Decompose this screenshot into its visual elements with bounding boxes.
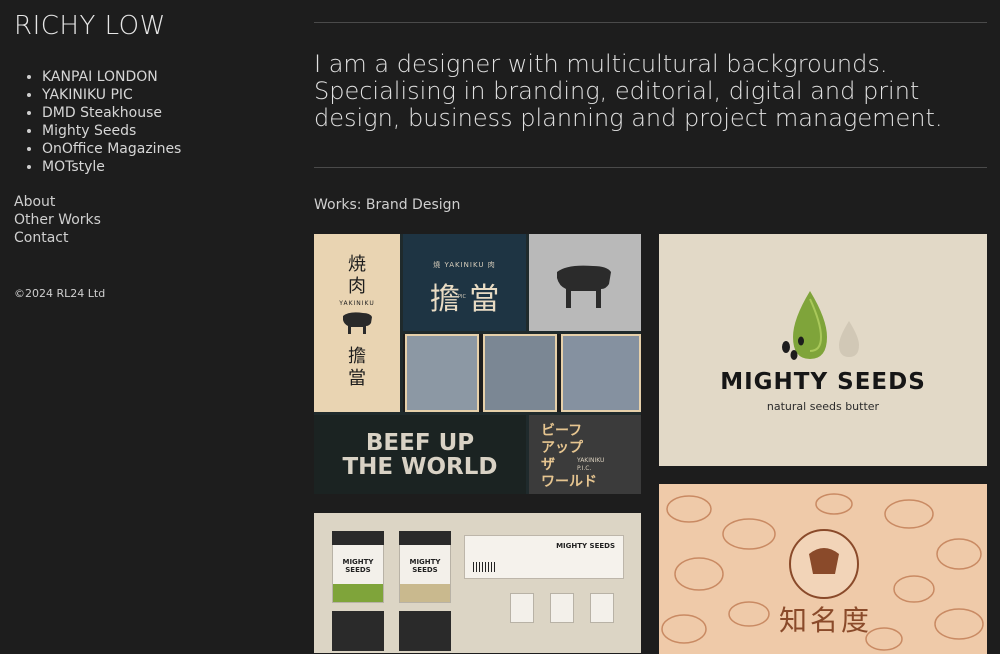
intro-statement: I am a designer with multicultural backg… — [314, 50, 943, 132]
small-jar — [590, 593, 614, 623]
divider — [314, 167, 987, 168]
seed-drops-icon — [782, 291, 859, 360]
product-jar — [332, 611, 384, 651]
site-brand-link[interactable]: RICHY LOW — [14, 10, 274, 42]
yakiniku-pic-label: PIC — [458, 294, 466, 300]
dmd-kanji-title: 知名度 — [779, 604, 873, 637]
project-link-onoffice-magazines[interactable]: OnOffice Magazines — [42, 141, 181, 157]
jar-lid — [332, 531, 384, 545]
cow-illustration — [483, 334, 557, 412]
project-link-motstyle[interactable]: MOTstyle — [42, 159, 105, 175]
jar-label: MIGHTY SEEDS — [409, 558, 441, 574]
yakiniku-grey-panel — [529, 234, 641, 331]
project-item[interactable]: KANPAI LONDON — [42, 68, 274, 86]
project-link-yakiniku-pic[interactable]: YAKINIKU PIC — [42, 87, 133, 103]
project-list: KANPAI LONDON YAKINIKU PIC DMD Steakhous… — [42, 68, 274, 176]
label-sheet-title: MIGHTY SEEDS — [556, 542, 615, 550]
jar-lid — [399, 531, 451, 545]
project-item[interactable]: OnOffice Magazines — [42, 140, 274, 158]
sidebar: RICHY LOW KANPAI LONDON YAKINIKU PIC DMD… — [14, 10, 274, 300]
jar-band — [333, 584, 383, 602]
copyright-text: ©2024 RL24 Ltd — [14, 287, 106, 300]
main-content: I am a designer with multicultural backg… — [314, 0, 987, 654]
project-item[interactable]: Mighty Seeds — [42, 122, 274, 140]
yakiniku-pic-small: YAKINIKU P.I.C. — [577, 457, 605, 472]
cow-illustration-strip — [403, 334, 641, 412]
small-jar — [550, 593, 574, 623]
work-tile-mighty-seeds-packaging[interactable]: MIGHTY SEEDS MIGHTY SEEDS MIGHTY SEEDS — [314, 513, 641, 653]
jar-band — [400, 584, 450, 602]
mighty-seeds-subtitle: natural seeds butter — [766, 400, 880, 413]
barcode — [473, 562, 497, 572]
project-item[interactable]: DMD Steakhouse — [42, 104, 274, 122]
section-title: Works: Brand Design — [314, 197, 461, 213]
katakana-panel: ビーフ アップ ザ ワールド YAKINIKU P.I.C. — [529, 415, 641, 494]
work-tile-mighty-seeds[interactable]: MIGHTY SEEDS natural seeds butter — [659, 234, 987, 466]
nav-link-other-works[interactable]: Other Works — [14, 211, 274, 229]
kanji-tantou: 擔 當 — [348, 346, 366, 389]
cow-illustration — [561, 334, 641, 412]
mighty-seeds-title: MIGHTY SEEDS — [720, 369, 926, 395]
beef-up-line-2: THE WORLD — [342, 454, 498, 480]
cow-icon — [557, 265, 611, 308]
cow-icon — [343, 312, 372, 334]
product-jar: MIGHTY SEEDS — [332, 531, 384, 603]
project-link-kanpai-london[interactable]: KANPAI LONDON — [42, 69, 158, 85]
work-tile-dmd-steakhouse[interactable]: 知名度 — [659, 484, 987, 654]
work-tile-yakiniku-pic[interactable]: 焼 肉 YAKINIKU 擔 當 燒 YAKINIKU 肉 擔 當 PIC BE… — [314, 234, 641, 494]
divider — [314, 22, 987, 23]
beef-up-panel: BEEF UP THE WORLD — [314, 415, 526, 494]
product-jar: MIGHTY SEEDS — [399, 531, 451, 603]
yakiniku-latin: YAKINIKU — [339, 300, 375, 307]
yakiniku-vertical-panel: 焼 肉 YAKINIKU 擔 當 — [314, 234, 400, 412]
jar-label: MIGHTY SEEDS — [342, 558, 374, 574]
yakiniku-navy-panel: 燒 YAKINIKU 肉 擔 當 PIC — [403, 234, 526, 331]
nav-link-about[interactable]: About — [14, 193, 274, 211]
project-link-dmd-steakhouse[interactable]: DMD Steakhouse — [42, 105, 162, 121]
nav-link-contact[interactable]: Contact — [14, 229, 274, 247]
cow-illustration — [405, 334, 479, 412]
yakiniku-small-label: 燒 YAKINIKU 肉 — [433, 261, 496, 269]
product-jar — [399, 611, 451, 651]
small-jar — [510, 593, 534, 623]
page-nav: About Other Works Contact — [14, 193, 274, 247]
project-item[interactable]: MOTstyle — [42, 158, 274, 176]
beef-up-line-1: BEEF UP — [365, 430, 475, 456]
works-grid: 焼 肉 YAKINIKU 擔 當 燒 YAKINIKU 肉 擔 當 PIC BE… — [314, 234, 987, 654]
project-item[interactable]: YAKINIKU PIC — [42, 86, 274, 104]
label-sheet: MIGHTY SEEDS — [464, 535, 624, 579]
kanji-yakiniku: 焼 肉 — [348, 254, 366, 297]
project-link-mighty-seeds[interactable]: Mighty Seeds — [42, 123, 136, 139]
